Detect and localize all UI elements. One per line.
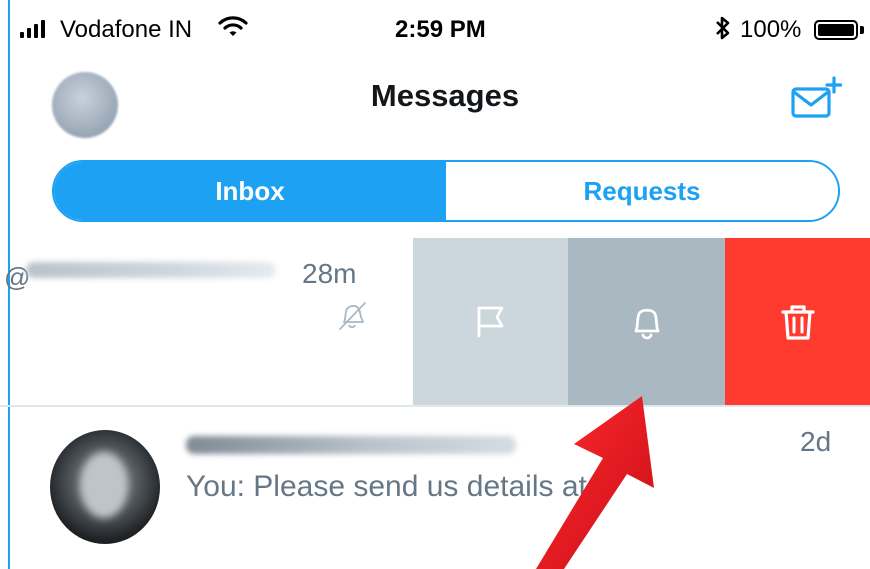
bell-icon: [634, 308, 659, 340]
row-divider: [0, 405, 870, 407]
redacted-contact-name: [186, 436, 516, 454]
flag-action-button[interactable]: [413, 238, 568, 406]
wifi-icon: [218, 16, 248, 36]
flag-icon: [477, 306, 503, 338]
carrier-name: Vodafone IN: [60, 16, 193, 43]
annotation-arrow: [536, 396, 654, 569]
trash-icon: [780, 305, 815, 340]
compose-mail-icon[interactable]: [790, 76, 842, 122]
delete-action-button[interactable]: [725, 238, 870, 406]
status-time: 2:59 PM: [395, 16, 486, 43]
notifications-action-button[interactable]: [568, 238, 725, 406]
battery-cap: [860, 26, 864, 34]
signal-strength-icon: [20, 20, 45, 38]
status-bar: Vodafone IN 2:59 PM 100%: [0, 0, 870, 62]
tab-inbox[interactable]: Inbox: [54, 162, 446, 220]
muted-bell-icon: [339, 302, 366, 330]
redacted-username: [26, 262, 276, 278]
battery-fill: [818, 24, 854, 36]
page-title: Messages: [370, 78, 520, 113]
tab-requests[interactable]: Requests: [446, 162, 838, 220]
inbox-requests-switch: Inbox Requests: [52, 160, 840, 222]
bluetooth-icon: [716, 16, 730, 40]
contact-avatar[interactable]: [50, 430, 160, 544]
conversation-time: 2d: [800, 426, 832, 457]
battery-icon: [814, 20, 858, 40]
battery-percentage: 100%: [740, 16, 802, 43]
messages-screen: Vodafone IN 2:59 PM 100% Messages Inbox …: [0, 0, 870, 569]
avatar-face-redacted: [80, 452, 128, 518]
conversation-time: 28m: [302, 258, 357, 289]
